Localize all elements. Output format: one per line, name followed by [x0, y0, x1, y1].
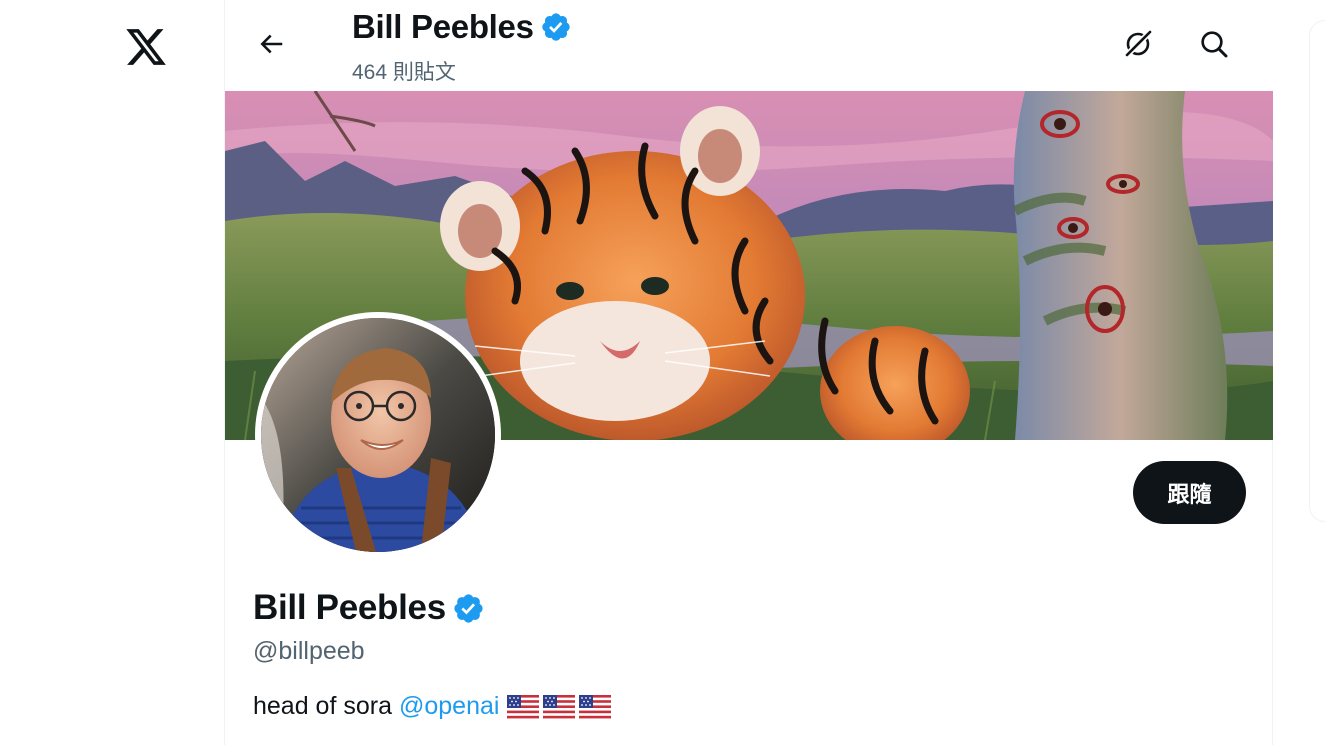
- search-icon: [1201, 31, 1228, 58]
- x-logo-icon[interactable]: [124, 25, 168, 69]
- left-nav: [0, 0, 224, 745]
- us-flag-icon: [543, 694, 576, 719]
- bio-mention-link[interactable]: @openai: [399, 692, 499, 721]
- display-name: Bill Peebles: [253, 588, 485, 628]
- profile-header-bar: Bill Peebles 464 則貼文: [225, 0, 1273, 91]
- right-sidebar-panel-edge: [1309, 20, 1325, 522]
- display-name-text: Bill Peebles: [253, 588, 446, 627]
- profile-bio: head of sora @openai: [253, 692, 612, 721]
- search-button[interactable]: [1194, 24, 1234, 64]
- back-button[interactable]: [251, 24, 291, 64]
- profile-column: Bill Peebles 464 則貼文 跟隨 Bill Peebles @bi…: [224, 0, 1273, 745]
- arrow-left-icon: [260, 34, 283, 54]
- us-flag-icon: [579, 694, 612, 719]
- verified-badge-icon[interactable]: [452, 592, 485, 625]
- user-handle: @billpeeb: [253, 637, 365, 665]
- us-flag-icon: [507, 694, 540, 719]
- post-count: 464 則貼文: [352, 61, 456, 84]
- follow-button[interactable]: 跟隨: [1133, 461, 1246, 524]
- verified-badge-icon: [541, 13, 570, 41]
- bio-text: head of sora: [253, 692, 392, 720]
- bio-flags: [507, 694, 612, 719]
- profile-avatar[interactable]: [255, 312, 501, 558]
- header-title: Bill Peebles: [352, 8, 572, 46]
- header-name: Bill Peebles: [352, 8, 534, 45]
- grok-icon: [1123, 28, 1154, 59]
- grok-button[interactable]: [1118, 24, 1158, 64]
